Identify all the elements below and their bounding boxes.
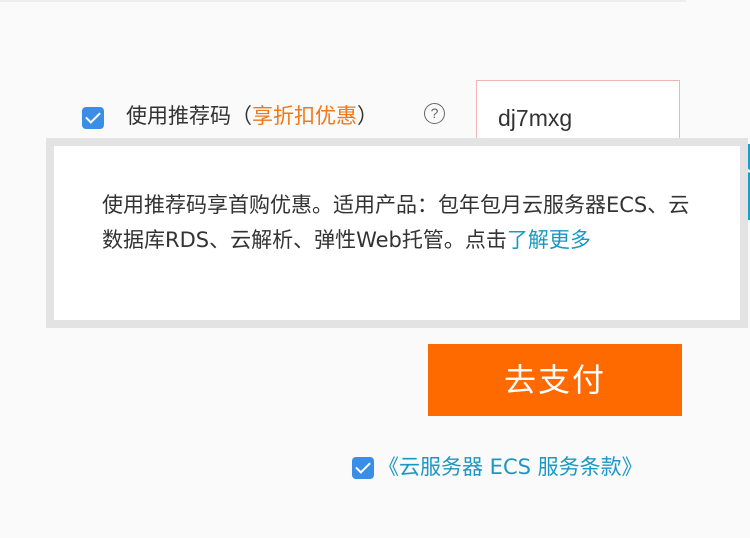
referral-checkbox[interactable] bbox=[82, 107, 104, 129]
learn-more-link[interactable]: 了解更多 bbox=[507, 228, 591, 252]
ecs-terms-link[interactable]: 《云服务器 ECS 服务条款》 bbox=[378, 451, 643, 483]
tooltip-text: 使用推荐码享首购优惠。适用产品：包年包月云服务器ECS、云数据库RDS、云解析、… bbox=[102, 188, 700, 258]
referral-paren-close: ） bbox=[357, 104, 378, 128]
referral-label-main: 使用推荐码 bbox=[126, 104, 231, 128]
pay-button[interactable]: 去支付 bbox=[428, 344, 682, 416]
referral-tooltip: 使用推荐码享首购优惠。适用产品：包年包月云服务器ECS、云数据库RDS、云解析、… bbox=[46, 138, 748, 328]
terms-checkbox[interactable] bbox=[352, 457, 374, 479]
referral-promo-text: 享折扣优惠 bbox=[252, 104, 357, 128]
question-circle-icon[interactable]: ? bbox=[424, 103, 445, 124]
top-divider bbox=[0, 0, 686, 2]
tooltip-body: 使用推荐码享首购优惠。适用产品：包年包月云服务器ECS、云数据库RDS、云解析、… bbox=[54, 146, 740, 320]
tooltip-description: 使用推荐码享首购优惠。适用产品：包年包月云服务器ECS、云数据库RDS、云解析、… bbox=[102, 193, 690, 252]
referral-paren-open: （ bbox=[231, 104, 252, 128]
help-glyph: ? bbox=[430, 105, 439, 121]
referral-label: 使用推荐码（享折扣优惠） bbox=[126, 100, 378, 132]
